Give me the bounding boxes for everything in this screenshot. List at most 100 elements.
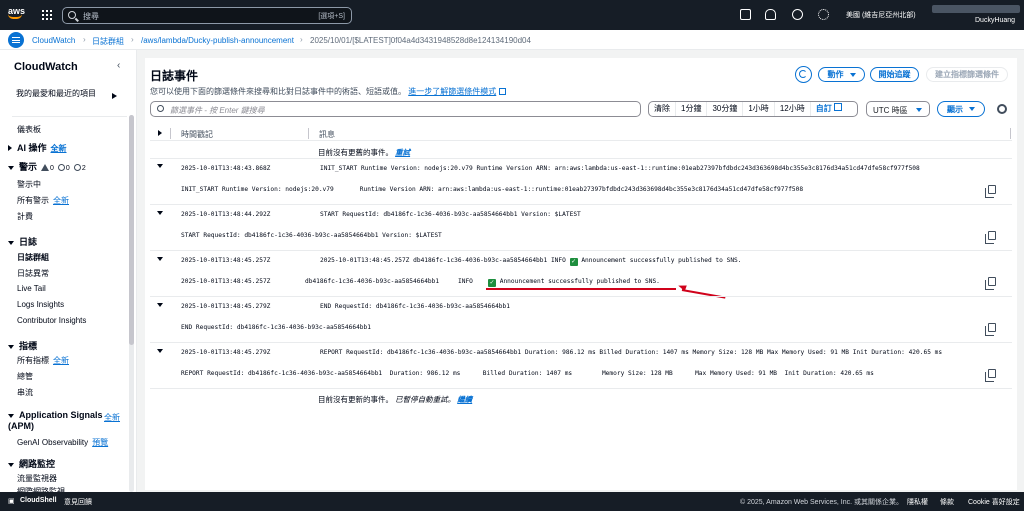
sidebar-section-metrics[interactable]: 指標 [8,339,37,352]
aws-logo[interactable]: aws [8,6,30,24]
log-detail-request-id: db4186fc-1c36-4036-b93c-aa5854664bb1 [305,278,440,285]
sidebar-item-genai[interactable]: GenAI Observability 預覽 [17,437,108,448]
display-button[interactable]: 顯示 [937,101,985,117]
log-timestamp: 2025-10-01T13:48:45.279Z [181,303,271,310]
grid-icon[interactable] [42,10,52,20]
new-badge[interactable]: 全新 [53,196,69,205]
privacy-link[interactable]: 隱私權 [907,497,928,507]
actions-button[interactable]: 動作 [818,67,865,82]
sidebar-section-app-signals[interactable]: Application Signals (APM) [8,410,108,432]
log-message: START RequestId: db4186fc-1c36-4036-b93c… [320,211,581,218]
sidebar-item-billing[interactable]: 計費 [17,211,33,222]
clear-button[interactable]: 清除 [649,102,676,116]
collapse-row-icon[interactable] [157,257,163,261]
cloudshell-icon[interactable]: ▣ [8,497,15,505]
log-message: 2025-10-01T13:48:45.257Z db4186fc-1c36-4… [320,257,742,266]
new-badge[interactable]: 全新 [51,144,67,153]
log-detail: END RequestId: db4186fc-1c36-4036-b93c-a… [181,324,371,331]
filter-events-input[interactable]: 篩選事件 - 按 Enter 鍵搜尋 [150,101,641,117]
collapse-row-icon[interactable] [157,303,163,307]
create-metric-filter-button: 建立指標篩選條件 [926,67,1008,82]
terms-link[interactable]: 條款 [940,497,954,507]
range-1h[interactable]: 1小時 [743,102,775,116]
sidebar-section-ai-ops[interactable]: AI 操作 全新 [8,141,67,154]
copy-icon[interactable] [985,277,996,290]
collapse-row-icon[interactable] [157,349,163,353]
log-timestamp: 2025-10-01T13:48:45.257Z [181,257,271,264]
log-detail-level: INFO [458,278,473,285]
search-shortcut: [選項+S] [318,13,345,20]
collapse-row-icon[interactable] [157,211,163,215]
row-divider [150,250,1012,251]
retry-link[interactable]: 重試 [395,148,410,157]
sidebar-item-all-alarms[interactable]: 所有警示 全新 [17,195,69,206]
sidebar-section-network[interactable]: 網路監控 [8,457,55,470]
sidebar-item-log-anomalies[interactable]: 日誌異常 [17,268,49,279]
cloudshell-button[interactable]: CloudShell [20,497,57,504]
sidebar-item-logs-insights[interactable]: Logs Insights [17,300,64,309]
log-message: INIT_START Runtime Version: nodejs:20.v7… [320,165,920,172]
learn-more-link[interactable]: 進一步了解篩選條件模式 [408,87,496,96]
breadcrumb-log-group[interactable]: /aws/lambda/Ducky-publish-announcement [141,36,294,45]
breadcrumb-log-stream: 2025/10/01/[$LATEST]0f04a4d3431948528d8e… [310,36,531,45]
footer: ▣ CloudShell 意見回饋 © 2025, Amazon Web Ser… [0,492,1024,511]
new-badge[interactable]: 全新 [53,356,69,365]
help-icon[interactable] [792,9,803,20]
sidebar-item-streams[interactable]: 串流 [17,387,33,398]
sidebar-section-logs[interactable]: 日誌 [8,235,37,248]
sidebar-favorites[interactable]: 我的最愛和最近的項目 [16,88,106,99]
resume-link[interactable]: 繼續 [457,395,472,404]
sidebar-item-in-alarm[interactable]: 警示中 [17,179,41,190]
region-selector[interactable]: 美國 (維吉尼亞州北部) [846,10,916,20]
preview-badge[interactable]: 預覽 [92,438,108,447]
cloudshell-icon[interactable] [740,9,751,20]
row-divider [150,296,1012,297]
col-message[interactable]: 訊息 [319,129,335,140]
check-icon: ✓ [569,258,578,266]
sidebar-item-log-groups[interactable]: 日誌群組 [17,252,49,263]
breadcrumb-cloudwatch[interactable]: CloudWatch [32,36,75,45]
collapse-icon[interactable]: ‹ [117,60,120,71]
sidebar-section-alarms[interactable]: 警示 0 0 2 [8,160,86,173]
custom-range-button[interactable]: 自訂 [811,102,847,116]
annotation-underline [486,288,676,290]
bell-icon[interactable] [765,9,776,20]
refresh-button[interactable] [795,66,812,83]
range-30m[interactable]: 30分鐘 [707,102,744,116]
new-badge[interactable]: 全新 [104,412,120,423]
sidebar-item-dashboards[interactable]: 儀表板 [17,124,41,135]
settings-gear-icon[interactable] [997,104,1007,114]
range-1m[interactable]: 1分鐘 [676,102,708,116]
sidebar-item-flow-monitors[interactable]: 流量監視器 [17,473,57,484]
copy-icon[interactable] [985,185,996,198]
cookie-preferences-link[interactable]: Cookie 喜好設定 [968,497,1020,507]
search-input[interactable]: 搜尋 [選項+S] [62,7,352,24]
chevron-right-icon: › [300,35,303,44]
sidebar-item-all-metrics[interactable]: 所有指標 全新 [17,355,69,366]
caret-down-icon [8,166,14,170]
sidebar-item-explorer[interactable]: 總管 [17,371,33,382]
sidebar-item-contributor-insights[interactable]: Contributor Insights [17,316,86,325]
copy-icon[interactable] [985,231,996,244]
copy-icon[interactable] [985,369,996,382]
account-menu[interactable]: DuckyHuang [975,17,1015,24]
alarm-triangle-icon [41,164,50,172]
col-timestamp[interactable]: 時間戳記 [181,129,213,140]
copy-icon[interactable] [985,323,996,336]
sidebar-scrollbar[interactable] [129,115,134,492]
column-divider [1010,128,1011,139]
gear-icon[interactable] [818,9,829,20]
expand-all-icon[interactable] [158,130,162,136]
breadcrumb-log-groups[interactable]: 日誌群組 [92,36,124,47]
ok-circle-icon [57,164,65,172]
caret-right-icon[interactable] [112,93,117,99]
timezone-select[interactable]: UTC 時區 [866,101,930,117]
start-tail-button[interactable]: 開始追蹤 [870,67,919,82]
sidebar-item-live-tail[interactable]: Live Tail [17,284,46,293]
feedback-link[interactable]: 意見回饋 [64,497,92,507]
menu-icon[interactable] [8,32,24,48]
collapse-row-icon[interactable] [157,164,163,168]
filter-placeholder: 篩選事件 - 按 Enter 鍵搜尋 [170,106,265,115]
log-message: END RequestId: db4186fc-1c36-4036-b93c-a… [320,303,510,310]
range-12h[interactable]: 12小時 [775,102,811,116]
